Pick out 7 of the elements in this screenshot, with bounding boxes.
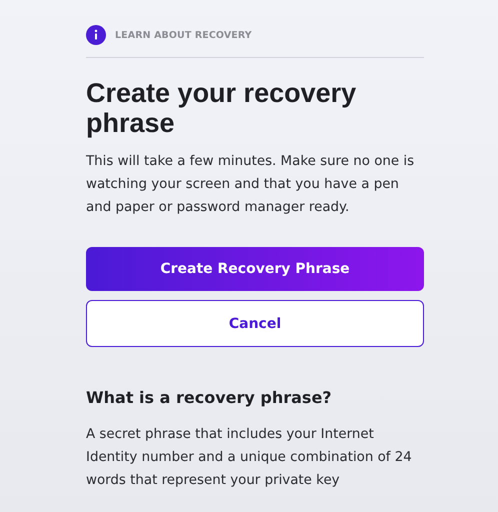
section-text: A secret phrase that includes your Internet Identity number and a unique combination of 24 words that represent your private key xyxy=(86,426,413,490)
info-icon[interactable] xyxy=(86,25,106,45)
section-heading: What is a recovery phrase? xyxy=(86,387,333,409)
page-title: Create your recovery phrase xyxy=(86,78,358,138)
cancel-button[interactable]: Cancel xyxy=(86,300,424,347)
create-button[interactable]: Create Recovery Phrase xyxy=(86,247,424,291)
intro-text: This will take a few minutes. Make sure no one is watching your screen and that you have a pen and paper or password manager ready. xyxy=(86,153,416,217)
